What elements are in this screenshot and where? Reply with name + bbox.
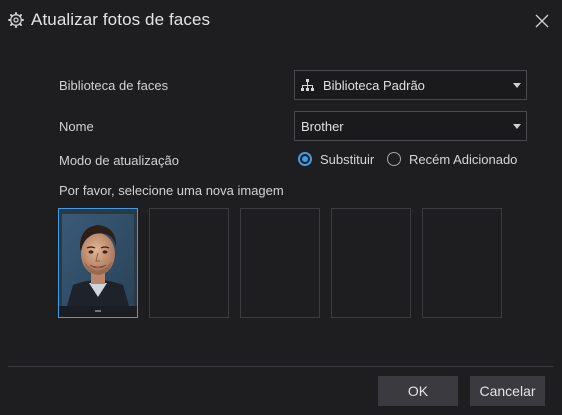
library-select[interactable]: Biblioteca Padrão [294, 70, 527, 100]
radio-recem-adicionado-label[interactable]: Recém Adicionado [409, 152, 517, 167]
ok-button[interactable]: OK [378, 376, 458, 406]
gear-icon [8, 12, 24, 28]
close-icon[interactable] [534, 13, 550, 29]
update-mode-label: Modo de atualização [59, 153, 179, 168]
image-slot-1[interactable] [58, 208, 138, 318]
footer-divider [8, 366, 554, 367]
library-label: Biblioteca de faces [59, 78, 169, 93]
image-slot-2[interactable] [149, 208, 229, 318]
chevron-down-icon [513, 124, 521, 129]
dialog-title: Atualizar fotos de faces [31, 10, 211, 29]
name-label: Nome [59, 119, 94, 134]
name-select[interactable]: Brother [294, 111, 527, 141]
radio-recem-adicionado[interactable] [387, 152, 401, 166]
select-image-prompt: Por favor, selecione uma nova imagem [59, 183, 284, 198]
org-tree-icon [301, 79, 314, 91]
update-mode-radio-group: Substituir Recém Adicionado [298, 152, 528, 170]
face-photo [59, 209, 137, 317]
name-select-value: Brother [301, 119, 344, 134]
chevron-down-icon [513, 83, 521, 88]
radio-substituir[interactable] [298, 152, 312, 166]
radio-substituir-label[interactable]: Substituir [320, 152, 374, 167]
image-slot-4[interactable] [331, 208, 411, 318]
library-select-value: Biblioteca Padrão [323, 78, 425, 93]
dialog-header: Atualizar fotos de faces [0, 0, 562, 42]
update-face-photos-dialog: Atualizar fotos de faces Biblioteca de f… [0, 0, 562, 415]
image-slot-5[interactable] [422, 208, 502, 318]
image-slot-3[interactable] [240, 208, 320, 318]
cancel-button[interactable]: Cancelar [470, 376, 545, 406]
